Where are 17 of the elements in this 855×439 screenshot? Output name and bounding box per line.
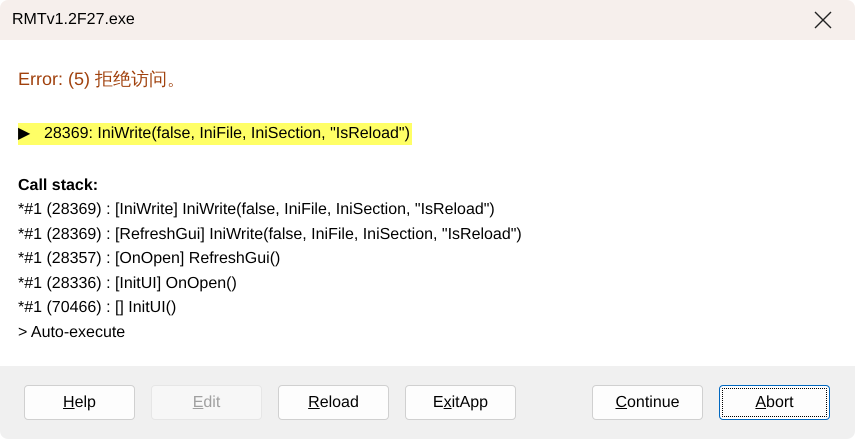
call-stack-line: *#1 (70466) : [] InitUI(): [18, 298, 178, 318]
window-title: RMTv1.2F27.exe: [12, 11, 135, 29]
call-stack-heading: Call stack:: [18, 176, 100, 196]
error-source-line: 28369: IniWrite(false, IniFile, IniSection, "IsReload"): [44, 124, 410, 144]
call-stack-line: > Auto-execute: [18, 322, 126, 343]
call-stack-line: *#1 (28369) : [IniWrite] IniWrite(false, IniFile, IniSection, "IsReload"): [18, 200, 496, 220]
close-icon[interactable]: [813, 10, 833, 30]
error-message: Error: (5) 拒绝访问。: [18, 68, 186, 91]
dialog-button[interactable]: Continue: [592, 385, 703, 420]
call-stack-line: *#1 (28336) : [InitUI] OnOpen(): [18, 274, 238, 294]
dialog-button[interactable]: ExitApp: [405, 385, 516, 420]
call-stack-line: *#1 (28357) : [OnOpen] RefreshGui(): [18, 249, 282, 270]
dialog-button[interactable]: Help: [24, 385, 135, 420]
dialog-button[interactable]: Abort: [719, 385, 830, 420]
current-line-marker: ▶: [18, 124, 31, 144]
dialog-button[interactable]: Reload: [278, 385, 389, 420]
call-stack-line: *#1 (28369) : [RefreshGui] IniWrite(false, IniFile, IniSection, "IsReload"): [18, 224, 523, 245]
